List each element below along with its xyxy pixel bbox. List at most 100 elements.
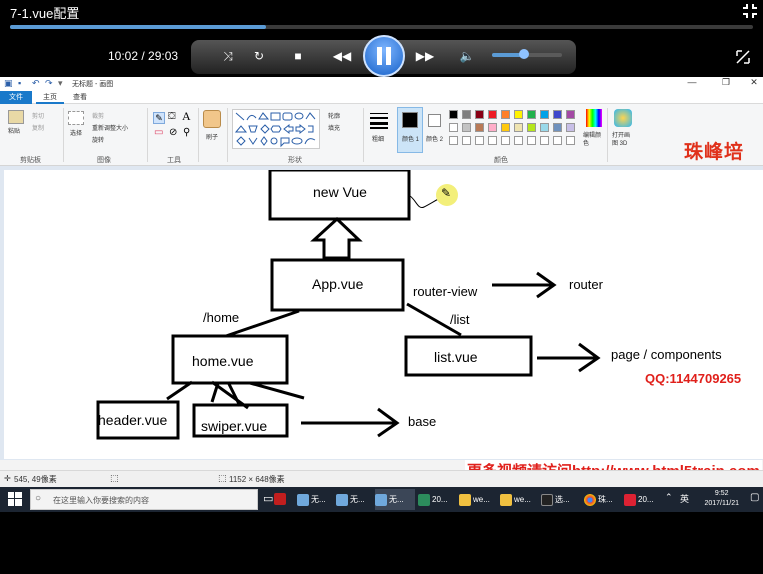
paste-icon[interactable] [8, 110, 24, 124]
eraser-icon[interactable]: ▭ [154, 127, 163, 138]
palette-color-swatch[interactable] [501, 123, 510, 132]
fullscreen-exit-icon[interactable] [741, 2, 757, 18]
taskbar-item-folder-2[interactable]: we... [500, 489, 540, 510]
palette-color-swatch[interactable] [475, 110, 484, 119]
palette-custom-swatch[interactable] [566, 136, 575, 145]
color-picker-icon[interactable]: ⊘ [169, 127, 177, 138]
shape-fill-button[interactable]: 填充 [328, 123, 340, 132]
taskbar-item-terminal[interactable]: 选... [541, 489, 581, 510]
cut-button[interactable]: 剪切 [32, 111, 44, 120]
taskbar-item-paint-2[interactable]: 无... [336, 489, 376, 510]
palette-custom-swatch[interactable] [540, 136, 549, 145]
task-view-icon[interactable]: ▭ [263, 492, 273, 505]
size-label[interactable]: 粗细 [372, 134, 384, 143]
palette-color-swatch[interactable] [488, 123, 497, 132]
palette-color-swatch[interactable] [501, 110, 510, 119]
fast-forward-icon[interactable]: ▶▶ [413, 49, 437, 65]
brush-icon[interactable] [203, 110, 221, 128]
taskbar-item-video[interactable]: 20... [418, 489, 458, 510]
palette-color-swatch[interactable] [449, 123, 458, 132]
palette-color-swatch[interactable] [553, 123, 562, 132]
palette-color-swatch[interactable] [514, 123, 523, 132]
taskbar-clock[interactable]: 9:52 2017/11/21 [704, 489, 739, 509]
palette-color-swatch[interactable] [553, 110, 562, 119]
color2-label[interactable]: 颜色 2 [426, 134, 443, 143]
palette-color-swatch[interactable] [566, 110, 575, 119]
paint3d-icon[interactable] [614, 109, 632, 127]
close-icon[interactable]: ✕ [740, 77, 763, 88]
pencil-icon[interactable]: ✎ [153, 112, 165, 124]
shapes-gallery[interactable] [232, 109, 320, 149]
rewind-icon[interactable]: ◀◀ [330, 49, 354, 65]
rotate-button[interactable]: 旋转 [92, 135, 104, 144]
palette-color-swatch[interactable] [540, 123, 549, 132]
tab-home[interactable]: 主页 [36, 91, 64, 104]
stop-icon[interactable]: ■ [288, 49, 308, 65]
palette-custom-swatch[interactable] [501, 136, 510, 145]
palette-color-swatch[interactable] [475, 123, 484, 132]
palette-color-swatch[interactable] [462, 110, 471, 119]
taskbar-search-input[interactable]: 在这里输入你要搜索的内容 [53, 495, 149, 506]
color1-swatch[interactable] [402, 112, 418, 128]
paint3d-label[interactable]: 打开画图 3D [612, 132, 634, 148]
tray-expand-icon[interactable]: ⌃ [665, 492, 673, 503]
taskbar-item-chrome[interactable]: 珠... [584, 489, 624, 510]
palette-color-swatch[interactable] [566, 123, 575, 132]
palette-custom-swatch[interactable] [475, 136, 484, 145]
tab-file[interactable]: 文件 [0, 91, 32, 104]
palette-custom-swatch[interactable] [553, 136, 562, 145]
taskbar-item-paint-3[interactable]: 无... [375, 489, 415, 510]
resize-button[interactable]: 重新调整大小 [92, 123, 128, 132]
minimize-icon[interactable]: — [678, 77, 706, 87]
volume-icon[interactable]: 🔈 [457, 49, 477, 65]
pause-button[interactable] [363, 35, 405, 77]
repeat-icon[interactable]: ↻ [249, 49, 269, 65]
text-icon[interactable]: A [182, 109, 191, 124]
shuffle-icon[interactable]: ⤨ [218, 49, 238, 65]
palette-color-swatch[interactable] [514, 110, 523, 119]
palette-custom-swatch[interactable] [527, 136, 536, 145]
palette-color-swatch[interactable] [527, 110, 536, 119]
palette-custom-swatch[interactable] [488, 136, 497, 145]
palette-custom-swatch[interactable] [449, 136, 458, 145]
volume-knob[interactable] [518, 49, 529, 59]
copy-button[interactable]: 复制 [32, 123, 44, 132]
redo-icon[interactable]: ↷ [45, 78, 53, 89]
taskbar-search[interactable]: ○ 在这里输入你要搜索的内容 [30, 489, 258, 510]
windows-start-icon[interactable] [8, 492, 22, 506]
edit-colors-label[interactable]: 编辑颜色 [583, 132, 603, 148]
undo-icon[interactable]: ↶ [32, 78, 40, 89]
taskbar-app-icon[interactable] [274, 489, 290, 510]
tab-view[interactable]: 查看 [66, 91, 94, 104]
node-new-vue: new Vue [313, 184, 367, 200]
save-icon[interactable]: ▪ [18, 78, 21, 88]
palette-color-swatch[interactable] [488, 110, 497, 119]
palette-color-swatch[interactable] [449, 110, 458, 119]
palette-custom-swatch[interactable] [514, 136, 523, 145]
palette-color-swatch[interactable] [527, 123, 536, 132]
paste-label[interactable]: 粘贴 [8, 126, 20, 135]
color2-swatch[interactable] [428, 114, 441, 127]
crop-button[interactable]: 裁剪 [92, 111, 104, 120]
fill-icon[interactable]: ⛋ [168, 111, 176, 122]
fullscreen-icon[interactable] [736, 50, 750, 64]
edit-colors-icon[interactable] [586, 109, 602, 127]
shape-outline-button[interactable]: 轮廓 [328, 111, 340, 120]
taskbar-item-folder-1[interactable]: we... [459, 489, 499, 510]
drawing-canvas[interactable]: ✎ new Vue App.vue home.vue list.vue head… [4, 170, 763, 459]
select-label[interactable]: 选择 [70, 128, 82, 137]
taskbar-item-paint-1[interactable]: 无... [297, 489, 337, 510]
pause-icon [377, 47, 391, 65]
ime-indicator[interactable]: 英 [680, 492, 689, 505]
palette-color-swatch[interactable] [462, 123, 471, 132]
select-icon[interactable] [68, 111, 84, 125]
brush-label[interactable]: 刷子 [206, 132, 218, 141]
palette-custom-swatch[interactable] [462, 136, 471, 145]
taskbar-item-recorder[interactable]: 20... [624, 489, 664, 510]
size-icon[interactable] [370, 111, 388, 129]
magnifier-icon[interactable]: ⚲ [183, 127, 190, 138]
restore-icon[interactable]: ❐ [712, 77, 740, 88]
palette-color-swatch[interactable] [540, 110, 549, 119]
notifications-icon[interactable]: ▢ [750, 492, 759, 503]
customize-quick-access-icon[interactable]: ▾ [58, 78, 63, 89]
